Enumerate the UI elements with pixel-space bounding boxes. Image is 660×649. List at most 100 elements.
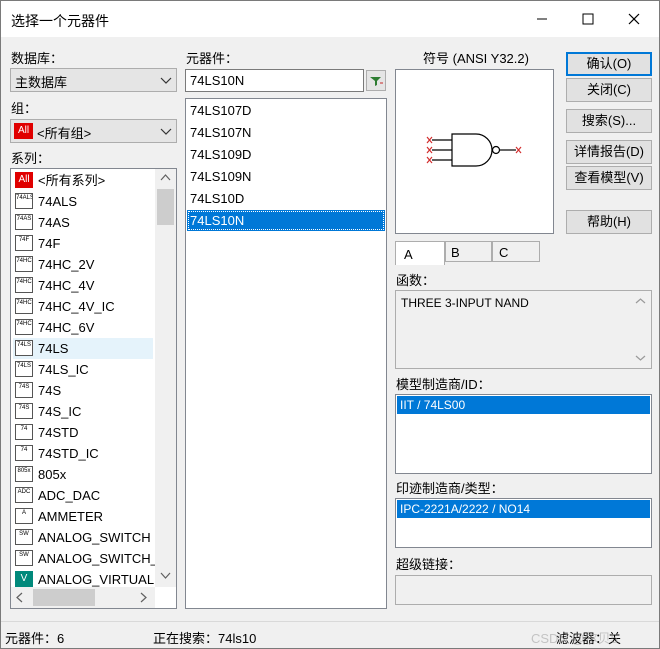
series-item[interactable]: ADC ADC_DAC: [13, 485, 153, 506]
model-list[interactable]: IIT / 74LS00: [395, 394, 652, 474]
model-list-item[interactable]: IIT / 74LS00: [397, 396, 650, 414]
chevron-down-icon: [160, 128, 172, 135]
component-label: 元器件：: [186, 51, 239, 66]
chevron-up-icon: [635, 298, 646, 304]
component-item[interactable]: 74LS107N: [187, 122, 385, 143]
component-list[interactable]: 74LS107D 74LS107N 74LS109D 74LS109N 74LS10D 7…: [185, 98, 387, 609]
component-item[interactable]: 74LS109N: [187, 166, 385, 187]
ok-button[interactable]: 确认(O): [566, 52, 652, 76]
series-item-label: 74LS_IC: [38, 362, 89, 377]
series-icon: 74LS: [15, 361, 33, 377]
footprint-list-item[interactable]: IPC-2221A/2222 / NO14: [397, 500, 650, 518]
component-dialog: 选择一个元器件 数据库： 主数据库 组： All <所有组> 系列： All <所…: [0, 0, 660, 649]
minimize-icon: [537, 18, 547, 20]
series-icon: 74HC: [15, 319, 33, 335]
chevron-up-icon: [160, 174, 171, 181]
series-item-label: ANALOG_SWITCH: [38, 530, 151, 545]
series-item-label: 805x: [38, 467, 67, 482]
series-item[interactable]: 74AS 74AS: [13, 212, 153, 233]
series-item[interactable]: 74HC 74HC_6V: [13, 317, 153, 338]
footprint-value: IPC-2221A/2222 / NO14: [400, 502, 531, 516]
symbol-label: 符号 (ANSI Y32.2): [423, 51, 529, 66]
function-textbox[interactable]: THREE 3-INPUT NAND: [395, 290, 652, 369]
help-button[interactable]: 帮助(H): [566, 210, 652, 234]
status-component-count: 元器件：6: [5, 631, 65, 646]
filter-button[interactable]: [366, 70, 386, 91]
series-item[interactable]: All <所有系列>: [13, 170, 153, 191]
series-item-label: 74STD: [38, 425, 79, 440]
series-item[interactable]: 74S 74S: [13, 380, 153, 401]
minimize-button[interactable]: [519, 1, 565, 37]
tab-a[interactable]: A: [395, 241, 445, 265]
series-icon: 74: [15, 424, 33, 440]
series-item[interactable]: 74S 74S_IC: [13, 401, 153, 422]
series-icon: V: [15, 571, 33, 587]
series-item-label: ADC_DAC: [38, 488, 101, 503]
component-search-value: 74LS10N: [190, 73, 245, 88]
series-item-label: ANALOG_SWITCH_IC: [38, 551, 171, 566]
series-item[interactable]: 74 74STD_IC: [13, 443, 153, 464]
hyperlink-field[interactable]: [395, 575, 652, 605]
tab-b-label: B: [451, 245, 460, 260]
close-button[interactable]: 关闭(C): [566, 78, 652, 102]
series-item-label: <所有系列>: [38, 173, 106, 188]
series-vscrollbar[interactable]: [155, 169, 176, 587]
footprint-label: 印迹制造商/类型：: [396, 481, 504, 496]
series-item[interactable]: 74HC 74HC_4V_IC: [13, 296, 153, 317]
tab-b[interactable]: B: [445, 241, 492, 262]
status-searching: 正在搜索：74ls10: [153, 631, 257, 646]
database-value: 主数据库: [15, 75, 68, 90]
component-search-input[interactable]: 74LS10N: [185, 69, 364, 92]
series-hscroll-thumb[interactable]: [33, 589, 95, 606]
series-list[interactable]: All <所有系列> 74ALS 74ALS 74AS 74AS 74F 74F 74HC 74H…: [10, 168, 177, 609]
group-select[interactable]: All <所有组>: [10, 119, 177, 143]
detail-report-button[interactable]: 详情报告(D): [566, 140, 652, 164]
series-item[interactable]: 74LS 74LS: [13, 338, 153, 359]
series-item-label: 74STD_IC: [38, 446, 99, 461]
series-item[interactable]: 805x 805x: [13, 464, 153, 485]
series-item[interactable]: 74HC 74HC_4V: [13, 275, 153, 296]
series-item-label: 74HC_4V: [38, 278, 95, 293]
search-button[interactable]: 搜索(S)...: [566, 109, 652, 133]
filter-icon: [370, 77, 383, 86]
series-item-label: 74S: [38, 383, 62, 398]
series-item[interactable]: 74 74STD: [13, 422, 153, 443]
series-item[interactable]: 74F 74F: [13, 233, 153, 254]
series-item[interactable]: 74LS 74LS_IC: [13, 359, 153, 380]
tab-a-label: A: [404, 247, 413, 262]
series-hscrollbar[interactable]: [11, 587, 155, 608]
series-item-label: 74LS: [38, 341, 69, 356]
component-item[interactable]: 74LS109D: [187, 144, 385, 165]
series-item[interactable]: SW ANALOG_SWITCH: [13, 527, 153, 548]
series-icon: 74ALS: [15, 193, 33, 209]
series-icon: A: [15, 508, 33, 524]
series-item[interactable]: A AMMETER: [13, 506, 153, 527]
series-item-label: 74HC_2V: [38, 257, 95, 272]
series-icon: 74HC: [15, 277, 33, 293]
series-item[interactable]: 74HC 74HC_2V: [13, 254, 153, 275]
maximize-button[interactable]: [565, 1, 611, 37]
series-item[interactable]: SW ANALOG_SWITCH_IC: [13, 548, 171, 569]
view-model-button[interactable]: 查看模型(V): [566, 166, 652, 190]
series-item[interactable]: 74ALS 74ALS: [13, 191, 153, 212]
series-icon: ADC: [15, 487, 33, 503]
maximize-icon: [582, 13, 594, 25]
component-item[interactable]: 74LS10D: [187, 188, 385, 209]
tab-c-label: C: [499, 245, 509, 260]
all-icon: All: [14, 123, 33, 139]
component-item[interactable]: 74LS10N: [187, 210, 385, 231]
function-label: 函数：: [396, 273, 436, 288]
series-icon: 74HC: [15, 256, 33, 272]
tab-c[interactable]: C: [492, 241, 540, 262]
component-item[interactable]: 74LS107D: [187, 100, 385, 121]
database-select[interactable]: 主数据库: [10, 68, 177, 92]
series-icon: SW: [15, 529, 33, 545]
footprint-list[interactable]: IPC-2221A/2222 / NO14: [395, 498, 652, 548]
close-window-button[interactable]: [611, 1, 657, 37]
series-icon: 74AS: [15, 214, 33, 230]
series-icon: 74F: [15, 235, 33, 251]
window-title: 选择一个元器件: [11, 13, 109, 29]
series-item-label: 74F: [38, 236, 61, 251]
series-icon: 74S: [15, 382, 33, 398]
series-vscroll-thumb[interactable]: [157, 189, 174, 225]
